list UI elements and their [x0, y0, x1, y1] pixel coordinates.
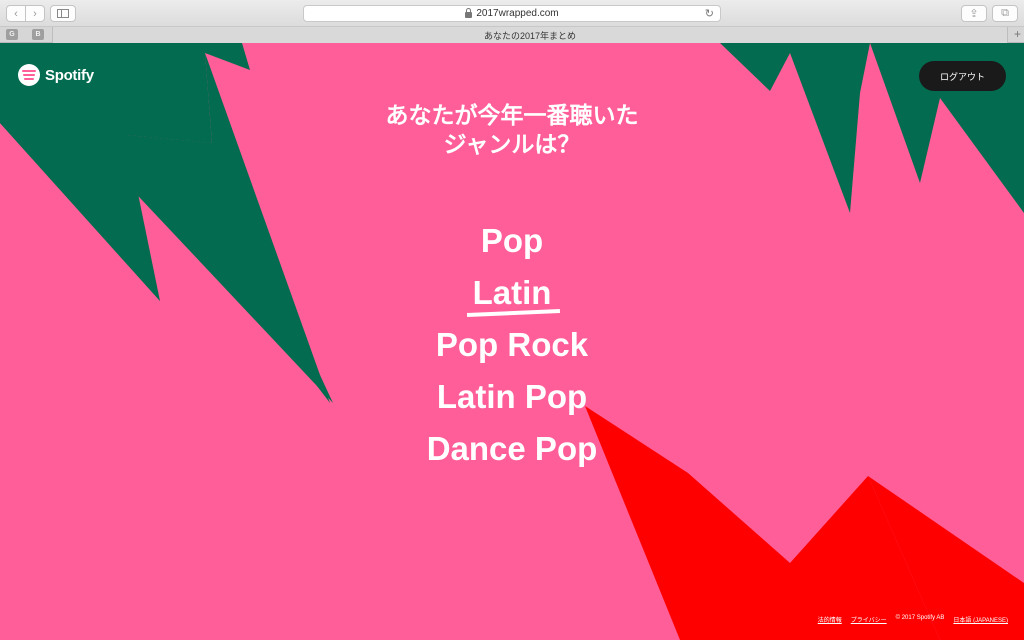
chevron-left-icon: ‹: [14, 7, 18, 20]
lock-icon: [465, 7, 473, 18]
question-line-2: ジャンルは？: [443, 131, 581, 157]
spotify-logo[interactable]: Spotify: [18, 64, 94, 86]
share-icon: ⇪: [969, 8, 979, 20]
browser-toolbar: ‹ › 2017wrapped.com ↻ ⇪ ⧉: [0, 0, 1024, 27]
question-title: あなたが今年一番聴いた ジャンルは？: [312, 101, 712, 159]
new-tab-button[interactable]: +: [1014, 27, 1021, 42]
bookmark-b[interactable]: B: [32, 29, 44, 40]
logo-text: Spotify: [45, 66, 94, 84]
forward-button[interactable]: ›: [25, 5, 45, 22]
copyright: © 2017 Spotify AB: [895, 615, 945, 621]
footer: 法的情報 プライバシー © 2017 Spotify AB 日本語 (JAPAN…: [818, 615, 1008, 624]
privacy-link[interactable]: プライバシー: [851, 615, 887, 624]
genre-list: Pop Latin Pop Rock Latin Pop Dance Pop: [312, 215, 712, 475]
question-line-1: あなたが今年一番聴いた: [385, 102, 639, 128]
genre-label: Latin: [472, 274, 552, 311]
share-button[interactable]: ⇪: [961, 5, 987, 22]
sidebar-icon: [57, 9, 69, 18]
page: Spotify ログアウト あなたが今年一番聴いた ジャンルは？ Pop Lat…: [0, 43, 1024, 640]
green-shape-left-lower: [0, 123, 333, 403]
tab-active[interactable]: あなたの2017年まとめ: [52, 27, 1008, 43]
reload-icon[interactable]: ↻: [705, 7, 714, 20]
language-link[interactable]: 日本語 (JAPANESE): [953, 615, 1008, 624]
spotify-icon: [18, 64, 40, 86]
tab-title: あなたの2017年まとめ: [483, 30, 577, 41]
genre-item: Pop: [480, 222, 544, 259]
genre-item: Latin Pop: [436, 378, 588, 415]
genre-item: Pop Rock: [435, 326, 589, 363]
back-button[interactable]: ‹: [6, 5, 26, 22]
url-text: 2017wrapped.com: [476, 8, 559, 19]
address-bar[interactable]: 2017wrapped.com ↻: [303, 5, 721, 22]
bookmark-g[interactable]: G: [6, 29, 18, 40]
genre-item-highlighted: Latin: [312, 267, 712, 319]
show-tabs-button[interactable]: ⧉: [992, 5, 1018, 22]
legal-link[interactable]: 法的情報: [818, 615, 842, 624]
sidebar-toggle-button[interactable]: [50, 5, 76, 22]
tab-bar: G B あなたの2017年まとめ +: [0, 27, 1024, 43]
genre-item: Dance Pop: [426, 430, 598, 467]
tabs-icon: ⧉: [1001, 7, 1009, 19]
logout-button[interactable]: ログアウト: [919, 61, 1006, 91]
chevron-right-icon: ›: [33, 7, 37, 20]
